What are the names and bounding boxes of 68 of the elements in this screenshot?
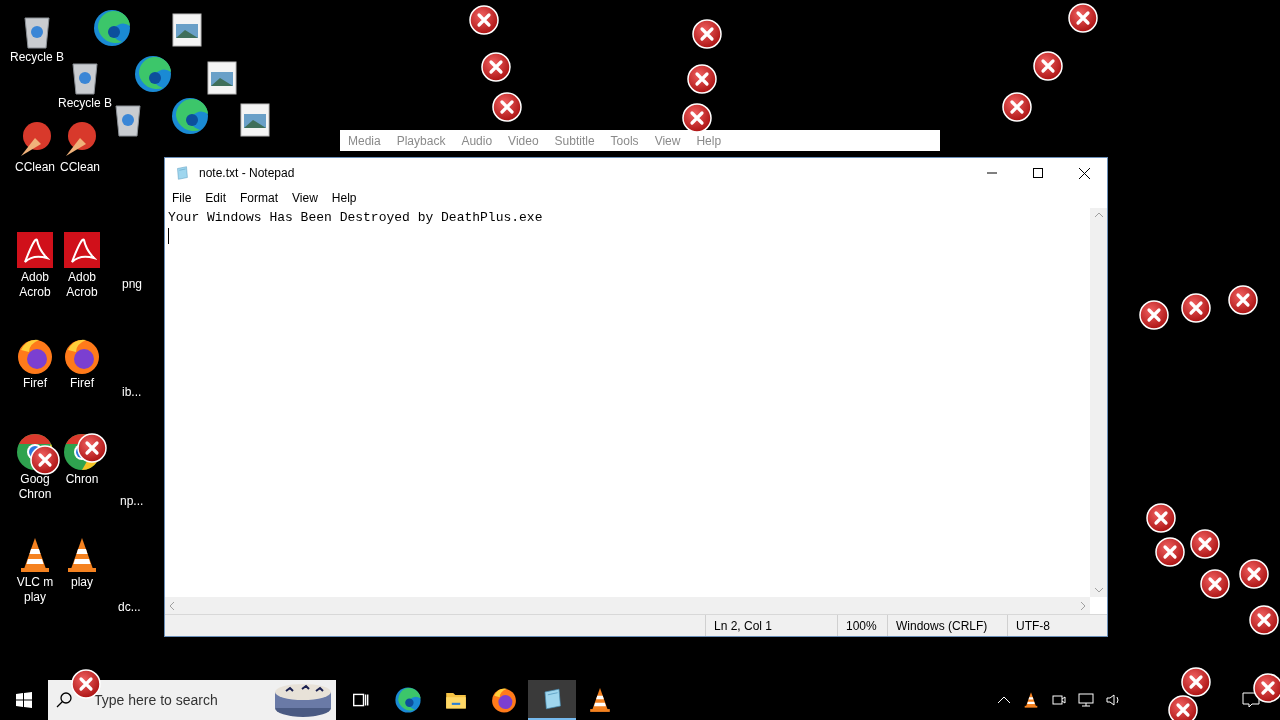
error-icon	[1200, 569, 1230, 599]
status-text: Windows (CRLF)	[887, 615, 1007, 636]
document-text: Your Windows Has Been Destroyed by DeathPlus.exe	[168, 209, 544, 227]
error-icon	[1253, 673, 1280, 703]
error-icon	[1249, 605, 1279, 635]
error-icon	[1239, 559, 1269, 589]
error-icon	[1068, 3, 1098, 33]
menu-item[interactable]: Media	[348, 131, 381, 150]
status-text: Ln 2, Col 1	[705, 615, 837, 636]
taskbar-app-button[interactable]	[528, 680, 576, 720]
desktop-icon-label[interactable]: Recycle B	[7, 50, 67, 65]
search-icon	[56, 692, 72, 708]
error-icon	[1228, 285, 1258, 315]
status-text: UTF-8	[1007, 615, 1107, 636]
error-icon	[1002, 92, 1032, 122]
error-icon	[481, 52, 511, 82]
desktop-icon-label[interactable]: Recycle B	[55, 96, 115, 111]
error-icon	[1033, 51, 1063, 81]
status-text: 100%	[837, 615, 887, 636]
search-field[interactable]: Type here to search	[48, 680, 336, 720]
firefox-icon	[490, 686, 518, 714]
error-icon	[1139, 300, 1169, 330]
camera-icon[interactable]	[1052, 693, 1066, 707]
error-icon	[1181, 293, 1211, 323]
close-icon	[1078, 167, 1090, 179]
error-icon	[492, 92, 522, 122]
traffic-cone-icon	[1022, 691, 1040, 709]
menu-item[interactable]: Subtitle	[554, 131, 595, 150]
text-cursor	[168, 228, 169, 244]
desktop-icon-label[interactable]: dc...	[118, 598, 141, 616]
error-icon	[30, 445, 60, 475]
windows-logo-icon	[16, 692, 32, 708]
menu-item[interactable]: Format	[234, 189, 285, 207]
menu-item[interactable]: Audio	[461, 131, 493, 150]
network-icon[interactable]	[1078, 693, 1094, 707]
edge-icon	[133, 54, 173, 94]
error-icon	[687, 64, 717, 94]
menu-item[interactable]: Help	[696, 131, 722, 150]
pdf-icon	[15, 230, 55, 270]
edge-icon	[170, 96, 210, 136]
error-icon	[469, 5, 499, 35]
edge-icon	[394, 686, 422, 714]
error-icon	[1190, 529, 1220, 559]
desktop-icon-label[interactable]: png	[122, 275, 143, 293]
text-area[interactable]: Your Windows Has Been Destroyed by DeathPlus.exe	[165, 208, 1090, 597]
menu-item[interactable]: View	[286, 189, 324, 207]
error-icon	[692, 19, 722, 49]
menu-item[interactable]: Playback	[396, 131, 446, 150]
chevron-up-icon[interactable]	[998, 696, 1010, 704]
pdf-icon	[62, 230, 102, 270]
desktop-icon-label[interactable]: ib...	[122, 383, 142, 401]
maximize-icon	[1033, 168, 1043, 178]
error-icon	[1146, 503, 1176, 533]
menu-item[interactable]: Help	[325, 189, 363, 207]
menu-item[interactable]: Tools	[610, 131, 639, 150]
menu-item[interactable]: Video	[508, 131, 539, 150]
search-placeholder: Type here to search	[94, 690, 218, 710]
error-icon	[1155, 537, 1185, 567]
menu-item[interactable]: View	[654, 131, 681, 150]
window-title: note.txt - Notepad	[199, 165, 295, 182]
desktop-icon-label[interactable]: np...	[120, 492, 144, 510]
error-icon	[1181, 667, 1211, 697]
error-icon	[1168, 695, 1198, 720]
speaker-icon[interactable]	[1106, 693, 1122, 707]
edge-icon	[92, 8, 132, 48]
error-icon	[77, 433, 107, 463]
menu-item[interactable]: Edit	[199, 189, 233, 207]
menu-item[interactable]: File	[166, 189, 198, 207]
